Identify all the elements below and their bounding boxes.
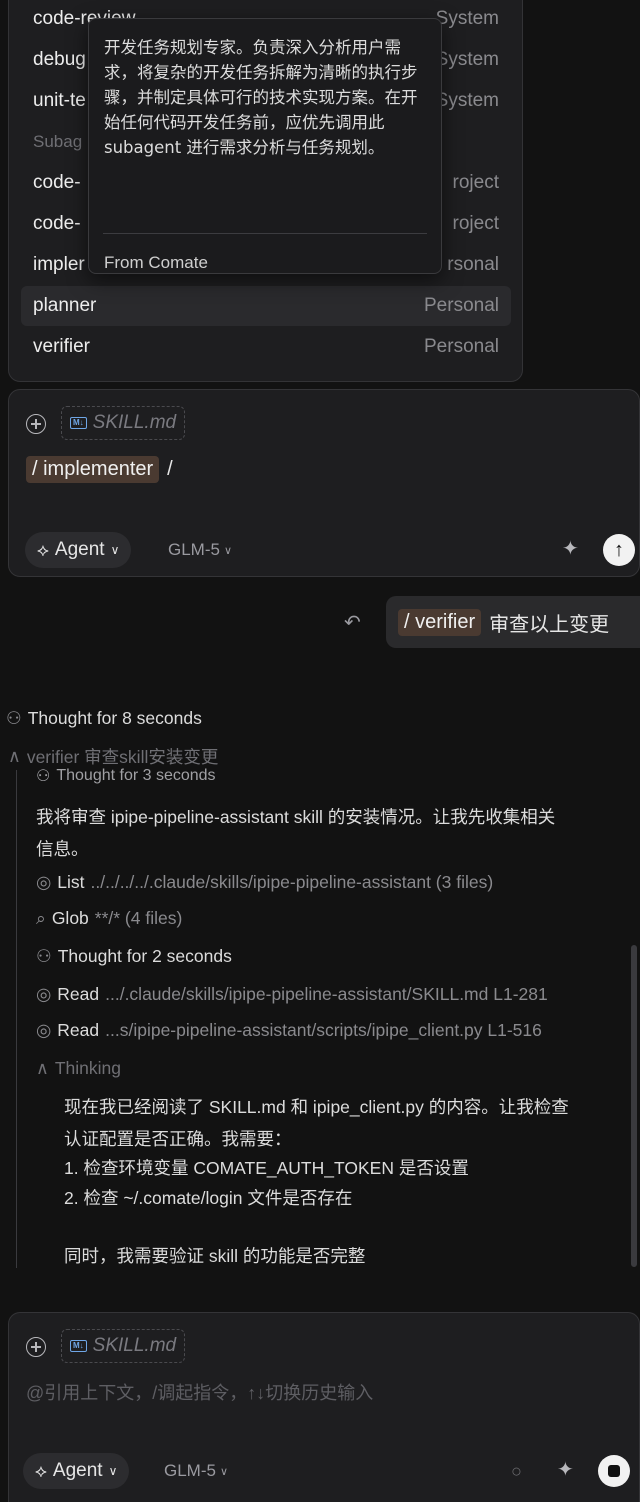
command-chip: / implementer — [26, 456, 160, 483]
thought-label: Thought for 8 seconds — [27, 708, 202, 728]
thinking-line: 现在我已经阅读了 SKILL.md 和 ipipe_client.py 的内容。… — [64, 1097, 569, 1117]
user-message: / verifier 审查以上变更 — [386, 596, 640, 648]
tool-path: .../.claude/skills/ipipe-pipeline-assist… — [105, 984, 548, 1004]
tool-label: Read — [57, 984, 100, 1004]
send-button[interactable]: ↑ — [603, 534, 635, 566]
mode-selector[interactable]: ⟡ Agent ∨ — [25, 532, 132, 568]
tool-path: **/* (4 files) — [94, 908, 183, 928]
item-source: System — [435, 49, 499, 70]
chevron-down-icon: ∨ — [219, 1465, 229, 1478]
eye-icon: ◎ — [36, 872, 52, 892]
command-chip: / verifier — [398, 608, 482, 636]
thinking-line: 1. 检查环境变量 COMATE_AUTH_TOKEN 是否设置 — [64, 1158, 469, 1178]
model-selector[interactable]: GLM-5 ∨ — [168, 540, 232, 560]
item-name: debug — [33, 49, 86, 70]
input-text: / — [167, 458, 173, 480]
item-name: code- — [33, 213, 81, 234]
intro-text-2: 信息。 — [36, 839, 89, 859]
composer-top: M↓ SKILL.md / implementer / ⟡ Agent ∨ GL… — [8, 389, 640, 577]
agent-icon: ⟡ — [35, 1460, 47, 1481]
file-chip[interactable]: M↓ SKILL.md — [61, 1329, 186, 1363]
model-selector[interactable]: GLM-5 ∨ — [164, 1461, 228, 1481]
item-name: impler — [33, 254, 85, 275]
tool-label: Glob — [51, 908, 89, 928]
composer-input[interactable]: @引用上下文，/调起指令，↑↓切换历史输入 — [26, 1379, 373, 1405]
tooltip-divider — [103, 233, 427, 234]
agent-icon: ⟡ — [37, 539, 49, 560]
chevron-down-icon: ∨ — [223, 544, 233, 557]
section-label: Subag — [33, 132, 83, 151]
eye-icon: ◎ — [36, 1020, 52, 1040]
item-name: unit-te — [33, 90, 86, 111]
brain-icon: ⚇ — [36, 768, 51, 785]
subagent-tooltip: 开发任务规划专家。负责深入分析用户需求，将复杂的开发任务拆解为清晰的执行步骤，并… — [88, 18, 442, 274]
file-chip[interactable]: M↓ SKILL.md — [61, 406, 186, 440]
item-source: roject — [452, 172, 499, 193]
markdown-icon: M↓ — [70, 417, 87, 429]
item-name: code- — [33, 172, 81, 193]
loading-icon: ○ — [511, 1461, 522, 1481]
search-icon: ⌕ — [36, 908, 46, 928]
thought-row[interactable]: ⚇ Thought for 2 seconds — [36, 946, 232, 967]
brain-icon: ⚇ — [36, 946, 52, 966]
thought-label: Thought for 3 seconds — [56, 767, 216, 784]
tool-read-row[interactable]: ◎ Read .../.claude/skills/ipipe-pipeline… — [36, 984, 548, 1005]
thinking-line: 2. 检查 ~/.comate/login 文件是否存在 — [64, 1188, 353, 1208]
item-source: Personal — [424, 336, 499, 357]
thinking-line: 同时，我需要验证 skill 的功能是否完整 — [64, 1246, 366, 1266]
stop-icon — [608, 1465, 620, 1477]
stop-button[interactable] — [598, 1455, 630, 1487]
mode-selector[interactable]: ⟡ Agent ∨ — [23, 1453, 130, 1489]
item-name: verifier — [33, 336, 91, 357]
scrollbar[interactable] — [631, 945, 637, 1267]
item-source: Personal — [424, 295, 499, 316]
tool-label: List — [57, 872, 85, 892]
dropdown-item[interactable]: verifier Personal — [21, 327, 511, 367]
item-name: planner — [33, 295, 97, 316]
model-label: GLM-5 — [164, 1461, 216, 1480]
item-source: System — [435, 90, 499, 111]
dropdown-item-planner[interactable]: planner Personal — [21, 286, 511, 326]
chevron-down-icon: ∨ — [108, 1464, 118, 1478]
sparkle-icon[interactable]: ✦ — [557, 1457, 574, 1482]
brain-icon: ⚇ — [6, 708, 22, 728]
markdown-icon: M↓ — [70, 1340, 87, 1352]
item-source: roject — [452, 213, 499, 234]
thought-row[interactable]: ⚇ Thought for 8 seconds — [6, 708, 202, 729]
undo-icon[interactable]: ↶ — [344, 610, 361, 635]
tool-list-row[interactable]: ◎ List ../../../../.claude/skills/ipipe-… — [36, 872, 493, 893]
tool-label: Read — [57, 1020, 100, 1040]
mode-label: Agent — [54, 539, 105, 560]
thought-label: Thought for 2 seconds — [57, 946, 232, 966]
arrow-up-icon: ↑ — [614, 538, 624, 561]
tool-glob-row[interactable]: ⌕ Glob **/* (4 files) — [36, 908, 182, 929]
composer-input[interactable]: / implementer / — [26, 456, 173, 483]
sparkle-icon[interactable]: ✦ — [562, 536, 579, 561]
thinking-header[interactable]: ∧ Thinking — [36, 1058, 121, 1079]
eye-icon: ◎ — [36, 984, 52, 1004]
chevron-down-icon: ∨ — [110, 543, 120, 557]
tool-read-row[interactable]: ◎ Read ...s/ipipe-pipeline-assistant/scr… — [36, 1020, 542, 1041]
subagent-rail — [16, 770, 17, 1268]
composer-bottom: M↓ SKILL.md @引用上下文，/调起指令，↑↓切换历史输入 ⟡ Agen… — [8, 1312, 640, 1502]
file-chip-name: SKILL.md — [92, 412, 177, 433]
thought-row[interactable]: ⚇ Thought for 3 seconds — [36, 766, 216, 786]
message-text: 审查以上变更 — [489, 613, 610, 636]
intro-text-1: 我将审查 ipipe-pipeline-assistant skill 的安装情… — [36, 807, 556, 827]
thinking-line: 认证配置是否正确。我需要： — [64, 1129, 292, 1149]
tool-path: ...s/ipipe-pipeline-assistant/scripts/ip… — [105, 1020, 542, 1040]
tool-path: ../../../../.claude/skills/ipipe-pipelin… — [90, 872, 494, 892]
tooltip-source: From Comate — [104, 253, 208, 272]
model-label: GLM-5 — [168, 540, 220, 559]
add-context-icon[interactable] — [26, 1337, 46, 1357]
chevron-up-icon: ∧ — [36, 1058, 49, 1078]
file-chip-name: SKILL.md — [92, 1335, 177, 1356]
add-context-icon[interactable] — [26, 414, 46, 434]
item-source: System — [435, 8, 499, 29]
thinking-label: Thinking — [54, 1058, 121, 1078]
mode-label: Agent — [52, 1460, 103, 1481]
tooltip-description: 开发任务规划专家。负责深入分析用户需求，将复杂的开发任务拆解为清晰的执行步骤，并… — [104, 38, 418, 157]
chevron-up-icon: ∧ — [8, 746, 21, 766]
item-source: rsonal — [447, 254, 499, 275]
